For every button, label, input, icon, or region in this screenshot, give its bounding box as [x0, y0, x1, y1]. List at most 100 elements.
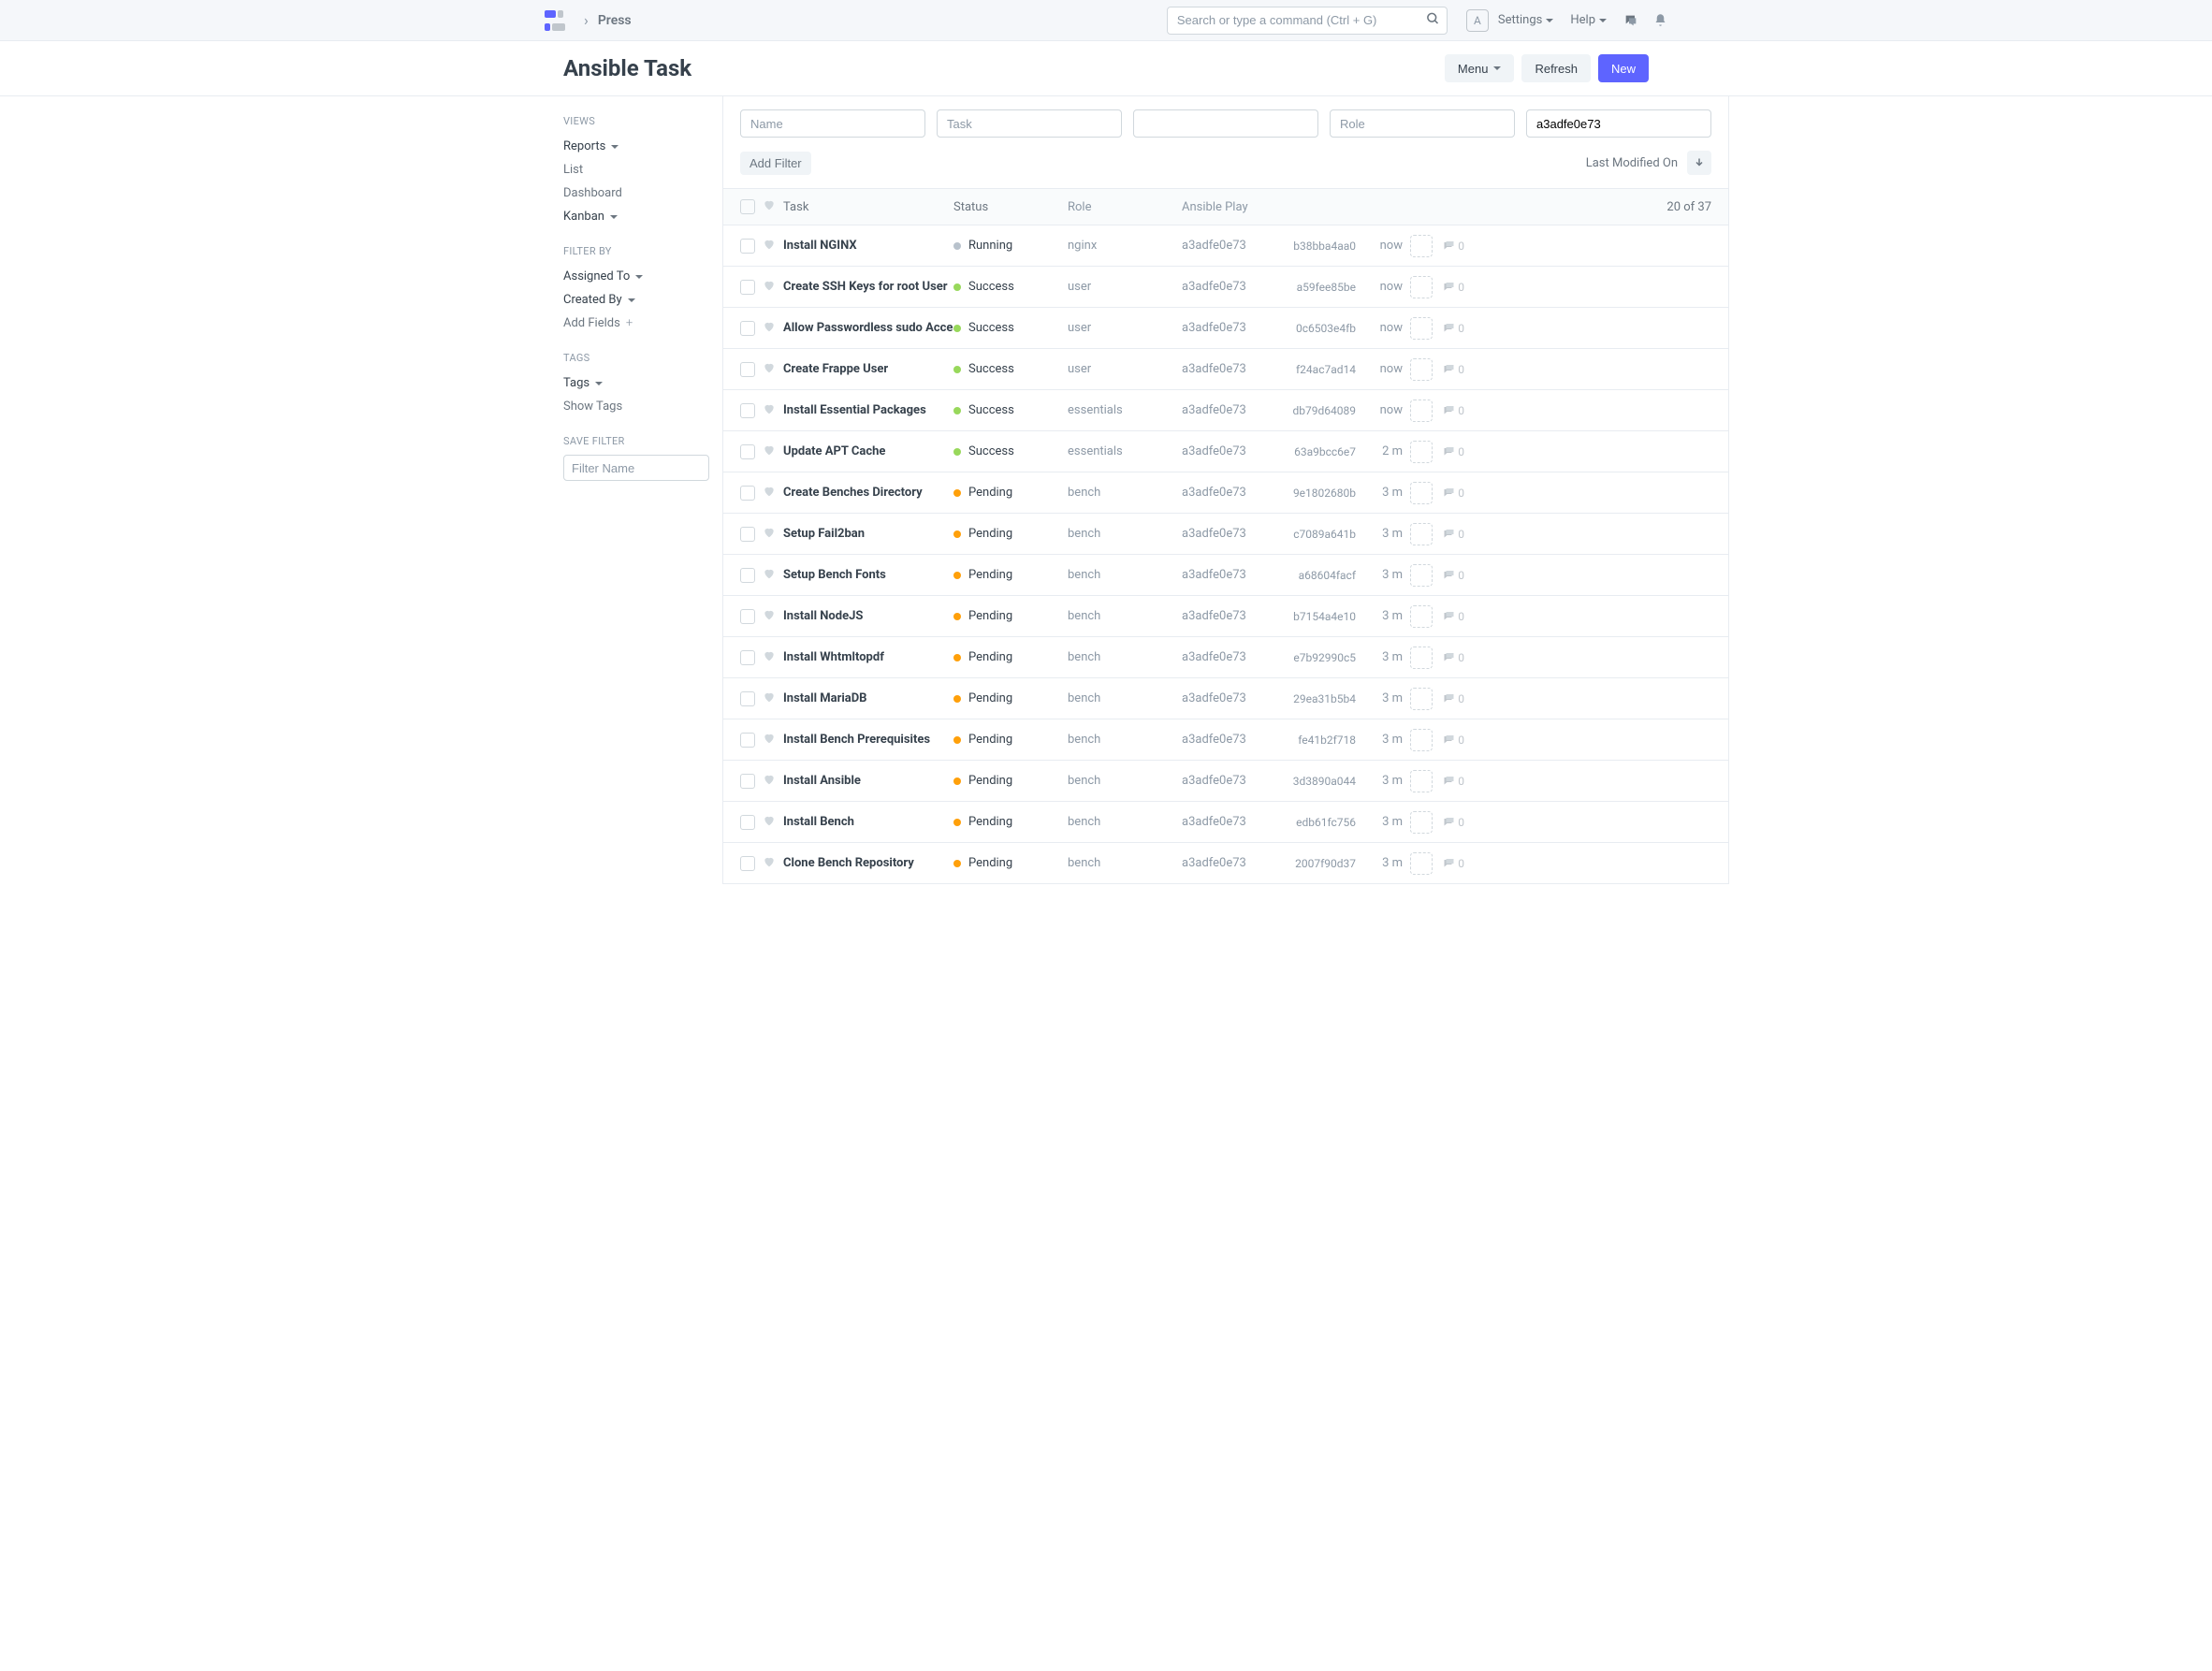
avatar-placeholder[interactable]: [1410, 605, 1433, 628]
search-input[interactable]: [1167, 7, 1448, 35]
play-cell[interactable]: a3adfe0e73: [1182, 280, 1275, 294]
sort-direction-button[interactable]: [1687, 151, 1711, 175]
task-name[interactable]: Install NodeJS: [783, 609, 953, 623]
table-row[interactable]: Install Bench Pending bench a3adfe0e73 e…: [723, 802, 1728, 843]
filter-task[interactable]: [937, 109, 1122, 138]
task-name[interactable]: Setup Fail2ban: [783, 527, 953, 541]
heart-icon[interactable]: [763, 485, 783, 501]
avatar-placeholder[interactable]: [1410, 564, 1433, 587]
hash-cell[interactable]: b7154a4e10: [1275, 610, 1356, 623]
hash-cell[interactable]: b38bba4aa0: [1275, 240, 1356, 253]
play-cell[interactable]: a3adfe0e73: [1182, 609, 1275, 623]
play-cell[interactable]: a3adfe0e73: [1182, 774, 1275, 788]
play-cell[interactable]: a3adfe0e73: [1182, 691, 1275, 705]
heart-icon[interactable]: [763, 690, 783, 707]
sidebar-show-tags[interactable]: Show Tags: [563, 395, 709, 418]
table-row[interactable]: Setup Fail2ban Pending bench a3adfe0e73 …: [723, 514, 1728, 555]
table-row[interactable]: Clone Bench Repository Pending bench a3a…: [723, 843, 1728, 884]
heart-icon[interactable]: [763, 855, 783, 872]
row-checkbox[interactable]: [740, 239, 755, 254]
heart-icon[interactable]: [763, 732, 783, 748]
avatar-placeholder[interactable]: [1410, 770, 1433, 792]
table-row[interactable]: Install MariaDB Pending bench a3adfe0e73…: [723, 678, 1728, 719]
comments-cell[interactable]: 0: [1433, 610, 1464, 623]
comments-cell[interactable]: 0: [1433, 240, 1464, 253]
row-checkbox[interactable]: [740, 650, 755, 665]
avatar-placeholder[interactable]: [1410, 441, 1433, 463]
hash-cell[interactable]: a59fee85be: [1275, 281, 1356, 294]
avatar-placeholder[interactable]: [1410, 317, 1433, 340]
hash-cell[interactable]: 9e1802680b: [1275, 487, 1356, 500]
task-name[interactable]: Create SSH Keys for root User: [783, 280, 953, 294]
table-row[interactable]: Install Essential Packages Success essen…: [723, 390, 1728, 431]
comments-cell[interactable]: 0: [1433, 528, 1464, 541]
sidebar-view-reports[interactable]: Reports: [563, 135, 709, 158]
heart-icon[interactable]: [763, 443, 783, 460]
row-checkbox[interactable]: [740, 403, 755, 418]
heart-icon[interactable]: [763, 402, 783, 419]
comments-cell[interactable]: 0: [1433, 487, 1464, 500]
task-name[interactable]: Create Frappe User: [783, 362, 953, 376]
avatar-placeholder[interactable]: [1410, 358, 1433, 381]
task-name[interactable]: Create Benches Directory: [783, 486, 953, 500]
refresh-button[interactable]: Refresh: [1521, 54, 1591, 82]
heart-icon[interactable]: [763, 773, 783, 790]
menu-button[interactable]: Menu: [1445, 54, 1515, 82]
play-cell[interactable]: a3adfe0e73: [1182, 856, 1275, 870]
heart-icon[interactable]: [763, 526, 783, 543]
row-checkbox[interactable]: [740, 527, 755, 542]
play-cell[interactable]: a3adfe0e73: [1182, 486, 1275, 500]
avatar-placeholder[interactable]: [1410, 235, 1433, 257]
hash-cell[interactable]: edb61fc756: [1275, 816, 1356, 829]
play-cell[interactable]: a3adfe0e73: [1182, 239, 1275, 253]
row-checkbox[interactable]: [740, 774, 755, 789]
filter-name-input[interactable]: [563, 455, 709, 481]
sidebar-tags[interactable]: Tags: [563, 371, 709, 395]
hash-cell[interactable]: 0c6503e4fb: [1275, 322, 1356, 335]
row-checkbox[interactable]: [740, 568, 755, 583]
hash-cell[interactable]: 63a9bcc6e7: [1275, 445, 1356, 458]
settings-menu[interactable]: Settings: [1498, 13, 1553, 27]
play-cell[interactable]: a3adfe0e73: [1182, 444, 1275, 458]
row-checkbox[interactable]: [740, 321, 755, 336]
row-checkbox[interactable]: [740, 733, 755, 748]
row-checkbox[interactable]: [740, 691, 755, 706]
heart-icon[interactable]: [763, 361, 783, 378]
row-checkbox[interactable]: [740, 486, 755, 501]
row-checkbox[interactable]: [740, 609, 755, 624]
new-button[interactable]: New: [1598, 54, 1649, 82]
avatar-placeholder[interactable]: [1410, 276, 1433, 298]
task-name[interactable]: Allow Passwordless sudo Access: [783, 321, 953, 335]
comments-cell[interactable]: 0: [1433, 816, 1464, 829]
filter-role[interactable]: [1330, 109, 1515, 138]
task-name[interactable]: Install Ansible: [783, 774, 953, 788]
sidebar-created-by[interactable]: Created By: [563, 288, 709, 312]
help-menu[interactable]: Help: [1570, 13, 1607, 27]
comments-cell[interactable]: 0: [1433, 651, 1464, 664]
heart-icon[interactable]: [763, 649, 783, 666]
heart-icon[interactable]: [763, 320, 783, 337]
heart-icon[interactable]: [763, 814, 783, 831]
filter-blank[interactable]: [1133, 109, 1318, 138]
sidebar-add-fields[interactable]: Add Fields+: [563, 312, 709, 335]
hash-cell[interactable]: e7b92990c5: [1275, 651, 1356, 664]
comments-cell[interactable]: 0: [1433, 734, 1464, 747]
hash-cell[interactable]: 2007f90d37: [1275, 857, 1356, 870]
play-cell[interactable]: a3adfe0e73: [1182, 362, 1275, 376]
hash-cell[interactable]: 3d3890a044: [1275, 775, 1356, 788]
row-checkbox[interactable]: [740, 280, 755, 295]
task-name[interactable]: Install NGINX: [783, 239, 953, 253]
comments-cell[interactable]: 0: [1433, 692, 1464, 705]
comments-cell[interactable]: 0: [1433, 322, 1464, 335]
table-row[interactable]: Create Benches Directory Pending bench a…: [723, 472, 1728, 514]
table-row[interactable]: Install NodeJS Pending bench a3adfe0e73 …: [723, 596, 1728, 637]
row-checkbox[interactable]: [740, 444, 755, 459]
account-button[interactable]: A: [1466, 9, 1489, 32]
hash-cell[interactable]: c7089a641b: [1275, 528, 1356, 541]
avatar-placeholder[interactable]: [1410, 400, 1433, 422]
filter-id[interactable]: [1526, 109, 1711, 138]
hash-cell[interactable]: a68604facf: [1275, 569, 1356, 582]
row-checkbox[interactable]: [740, 362, 755, 377]
comments-cell[interactable]: 0: [1433, 445, 1464, 458]
avatar-placeholder[interactable]: [1410, 523, 1433, 545]
